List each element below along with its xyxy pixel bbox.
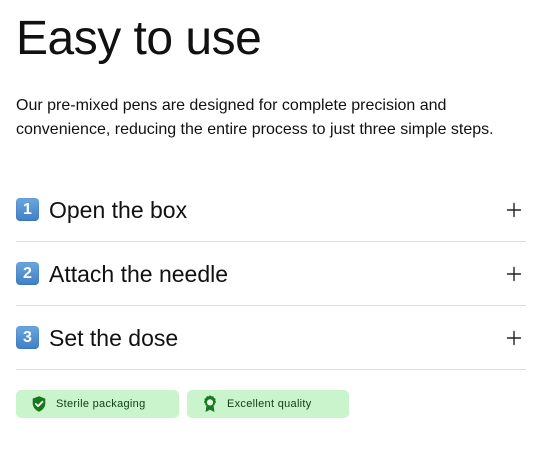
step-open-box[interactable]: 1 Open the box xyxy=(16,178,526,242)
step-set-dose[interactable]: 3 Set the dose xyxy=(16,306,526,370)
plus-icon[interactable] xyxy=(506,330,522,346)
step-content: 1 Open the box xyxy=(16,196,187,224)
intro-text: Our pre-mixed pens are designed for comp… xyxy=(16,97,494,138)
plus-icon-svg xyxy=(506,330,522,345)
step-label: Set the dose xyxy=(49,324,179,351)
step-attach-needle[interactable]: 2 Attach the needle xyxy=(16,242,526,306)
step-label: Attach the needle xyxy=(49,260,229,287)
plus-icon-svg xyxy=(506,266,522,281)
badge-label: Excellent quality xyxy=(227,398,312,410)
step-content: 3 Set the dose xyxy=(16,324,178,352)
easy-to-use-section: Easy to use Our pre-mixed pens are desig… xyxy=(0,0,550,451)
step-label: Open the box xyxy=(49,196,188,223)
plus-icon[interactable] xyxy=(506,202,522,218)
feature-badges: Sterile packaging Excellent quality xyxy=(16,390,526,418)
plus-icon-svg xyxy=(506,202,522,217)
plus-icon[interactable] xyxy=(506,266,522,282)
step-number-badge: 3 xyxy=(16,326,39,349)
step-number-badge: 1 xyxy=(16,198,39,221)
sterile-packaging-badge: Sterile packaging xyxy=(16,390,179,418)
badge-label: Sterile packaging xyxy=(56,398,146,410)
step-number-badge: 2 xyxy=(16,262,39,285)
award-ribbon-icon-svg xyxy=(203,395,217,412)
steps-accordion: 1 Open the box 2 Attach the needle 3 Set… xyxy=(16,178,526,370)
page-title: Easy to use xyxy=(16,12,262,65)
shield-check-icon-svg xyxy=(32,396,46,412)
shield-check-icon xyxy=(30,395,48,413)
award-ribbon-icon xyxy=(201,395,219,413)
step-content: 2 Attach the needle xyxy=(16,260,228,288)
excellent-quality-badge: Excellent quality xyxy=(187,390,349,418)
